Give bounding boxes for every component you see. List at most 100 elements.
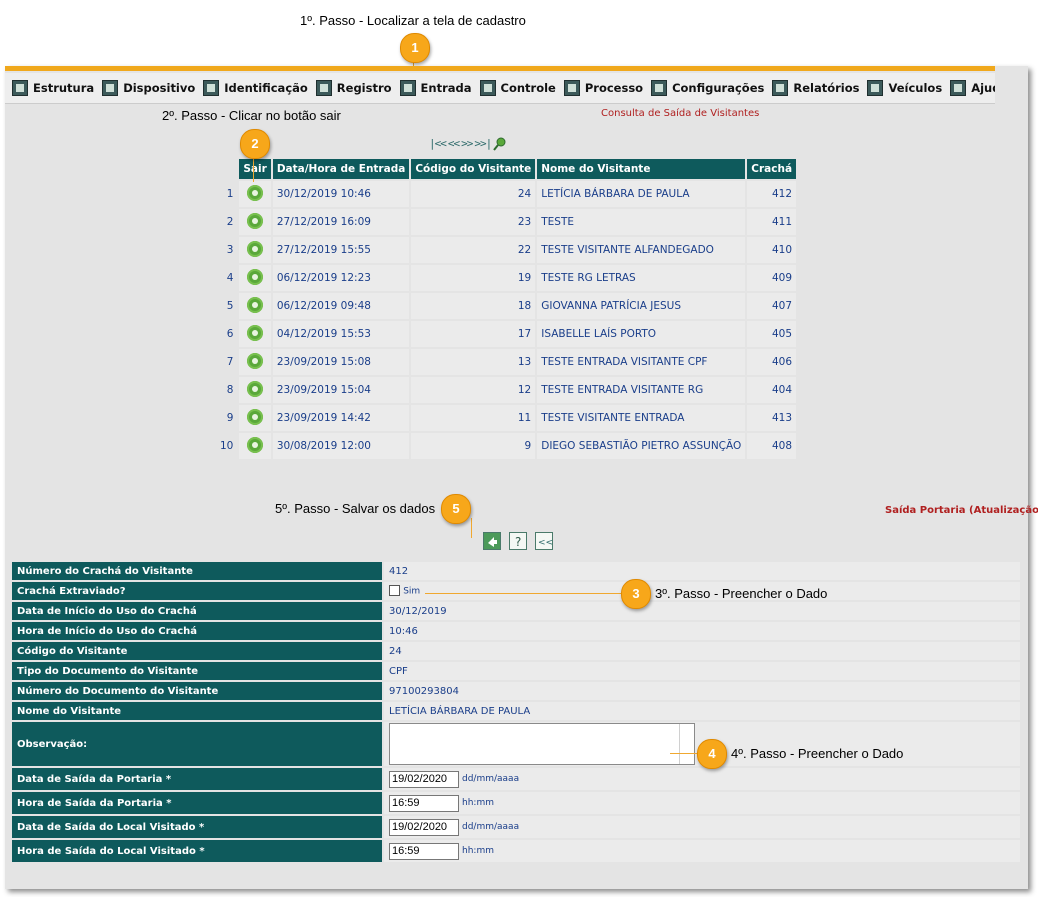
visitor-name[interactable]: TESTE ENTRADA VISITANTE CPF xyxy=(537,349,746,375)
svg-text:<<: << xyxy=(538,538,552,548)
field-label: Data de Saída do Local Visitado * xyxy=(12,816,382,838)
entry-datetime[interactable]: 04/12/2019 15:53 xyxy=(272,321,410,347)
help-button[interactable]: ? xyxy=(509,532,527,550)
observation-textarea[interactable] xyxy=(389,723,695,765)
step4-caption: 4º. Passo - Preencher o Dado xyxy=(731,746,904,761)
exit-gear-icon[interactable] xyxy=(247,436,264,453)
exit-gear-icon[interactable] xyxy=(247,408,264,425)
exit-time-gate-input[interactable]: 16:59 xyxy=(389,794,459,812)
badge-number: 407 xyxy=(747,293,797,319)
exit-gear-icon[interactable] xyxy=(247,352,264,369)
exit-date-place-input[interactable]: 19/02/2020 xyxy=(389,818,459,836)
visitor-name-value: LETÍCIA BÁRBARA DE PAULA xyxy=(384,702,1020,720)
pager-first[interactable]: |<< xyxy=(429,137,447,150)
visitor-name[interactable]: TESTE xyxy=(537,209,746,235)
entry-datetime[interactable]: 23/09/2019 14:42 xyxy=(272,405,410,431)
exit-date-gate-input[interactable]: 19/02/2020 xyxy=(389,770,459,788)
callout3-connector xyxy=(425,593,622,594)
field-label: Hora de Início do Uso do Crachá xyxy=(12,622,382,640)
exit-cell xyxy=(239,265,271,291)
col-sair: Sair xyxy=(239,159,271,179)
form-row: Número do Crachá do Visitante 412 xyxy=(12,562,1020,580)
form-row: Tipo do Documento do Visitante CPF xyxy=(12,662,1020,680)
visitor-code-value: 24 xyxy=(384,642,1020,660)
exit-cell xyxy=(239,349,271,375)
entry-datetime[interactable]: 30/12/2019 10:46 xyxy=(272,181,410,207)
main-menu-bar: Estrutura Dispositivo Identificação Regi… xyxy=(5,73,995,104)
entry-datetime[interactable]: 27/12/2019 16:09 xyxy=(272,209,410,235)
menu-controle[interactable]: Controle xyxy=(479,80,556,96)
exit-gear-icon[interactable] xyxy=(247,380,264,397)
field-label: Tipo do Documento do Visitante xyxy=(12,662,382,680)
exit-cell xyxy=(239,181,271,207)
visitor-code: 23 xyxy=(411,209,536,235)
field-label: Número do Documento do Visitante xyxy=(12,682,382,700)
callout-3: 3 xyxy=(621,579,651,609)
visitor-name[interactable]: GIOVANNA PATRÍCIA JESUS xyxy=(537,293,746,319)
entry-datetime[interactable]: 27/12/2019 15:55 xyxy=(272,237,410,263)
entry-datetime[interactable]: 30/08/2019 12:00 xyxy=(272,433,410,459)
entry-datetime[interactable]: 23/09/2019 15:04 xyxy=(272,377,410,403)
settings-icon xyxy=(651,80,668,96)
doc-type-value: CPF xyxy=(384,662,1020,680)
badge-lost-checkbox[interactable] xyxy=(389,585,400,597)
visitor-name[interactable]: ISABELLE LAÍS PORTO xyxy=(537,321,746,347)
entry-datetime[interactable]: 06/12/2019 12:23 xyxy=(272,265,410,291)
menu-dispositivo[interactable]: Dispositivo xyxy=(102,80,195,96)
row-index: 10 xyxy=(216,433,238,459)
visitor-code: 17 xyxy=(411,321,536,347)
time-format-hint: hh:mm xyxy=(462,846,494,856)
menu-estrutura[interactable]: Estrutura xyxy=(12,80,94,96)
badge-number: 406 xyxy=(747,349,797,375)
field-label: Observação: xyxy=(12,722,382,766)
exit-gear-icon[interactable] xyxy=(247,240,264,257)
visitor-name[interactable]: LETÍCIA BÁRBARA DE PAULA xyxy=(537,181,746,207)
callout5-connector xyxy=(471,518,472,538)
search-icon[interactable] xyxy=(493,136,507,151)
date-format-hint: dd/mm/aaaa xyxy=(462,774,520,784)
visitor-name[interactable]: TESTE RG LETRAS xyxy=(537,265,746,291)
textarea-scrollbar[interactable] xyxy=(679,724,694,764)
form-row: Hora de Saída do Local Visitado * 16:59 hh… xyxy=(12,840,1020,862)
menu-veiculos[interactable]: Veículos xyxy=(867,80,942,96)
exit-time-place-input[interactable]: 16:59 xyxy=(389,842,459,860)
badge-number: 404 xyxy=(747,377,797,403)
callout-2: 2 xyxy=(240,129,270,159)
menu-relatorios[interactable]: Relatórios xyxy=(772,80,859,96)
visitor-name[interactable]: TESTE VISITANTE ALFANDEGADO xyxy=(537,237,746,263)
register-icon xyxy=(315,80,332,96)
table-row: 3 27/12/2019 15:55 22 TESTE VISITANTE ALFAN… xyxy=(216,237,797,263)
field-label: Hora de Saída da Portaria * xyxy=(12,792,382,814)
save-button[interactable] xyxy=(483,532,501,550)
menu-entrada[interactable]: Entrada xyxy=(399,80,472,96)
pager-last[interactable]: >>| xyxy=(474,137,492,150)
callout-5: 5 xyxy=(441,494,471,524)
back-button[interactable]: << xyxy=(535,532,553,550)
callout4-connector xyxy=(670,753,698,754)
visitor-name[interactable]: TESTE ENTRADA VISITANTE RG xyxy=(537,377,746,403)
visitor-name[interactable]: DIEGO SEBASTIÃO PIETRO ASSUNÇÃO xyxy=(537,433,746,459)
reports-icon xyxy=(772,80,789,96)
help-icon xyxy=(950,80,967,96)
menu-processo[interactable]: Processo xyxy=(563,80,643,96)
pager-next[interactable]: >> xyxy=(461,137,473,150)
exit-gear-icon[interactable] xyxy=(247,212,264,229)
menu-configuracoes[interactable]: Configurações xyxy=(651,80,764,96)
menu-registro[interactable]: Registro xyxy=(315,80,392,96)
menu-ajuda[interactable]: Ajuda xyxy=(950,80,995,96)
visitor-name[interactable]: TESTE VISITANTE ENTRADA xyxy=(537,405,746,431)
exit-gear-icon[interactable] xyxy=(247,324,264,341)
exit-gear-icon[interactable] xyxy=(247,184,264,201)
pager-prev[interactable]: << xyxy=(448,137,460,150)
exit-gear-icon[interactable] xyxy=(247,268,264,285)
exit-gear-icon[interactable] xyxy=(247,296,264,313)
field-label: Número do Crachá do Visitante xyxy=(12,562,382,580)
row-index: 2 xyxy=(216,209,238,235)
table-row: 6 04/12/2019 15:53 17 ISABELLE LAÍS PORTO 40… xyxy=(216,321,797,347)
table-row: 8 23/09/2019 15:04 12 TESTE ENTRADA VISITAN… xyxy=(216,377,797,403)
menu-identificacao[interactable]: Identificação xyxy=(203,80,308,96)
entry-datetime[interactable]: 06/12/2019 09:48 xyxy=(272,293,410,319)
visitor-exit-list: Sair Data/Hora de Entrada Código do Visi… xyxy=(214,157,798,461)
entry-datetime[interactable]: 23/09/2019 15:08 xyxy=(272,349,410,375)
exit-cell xyxy=(239,433,271,459)
